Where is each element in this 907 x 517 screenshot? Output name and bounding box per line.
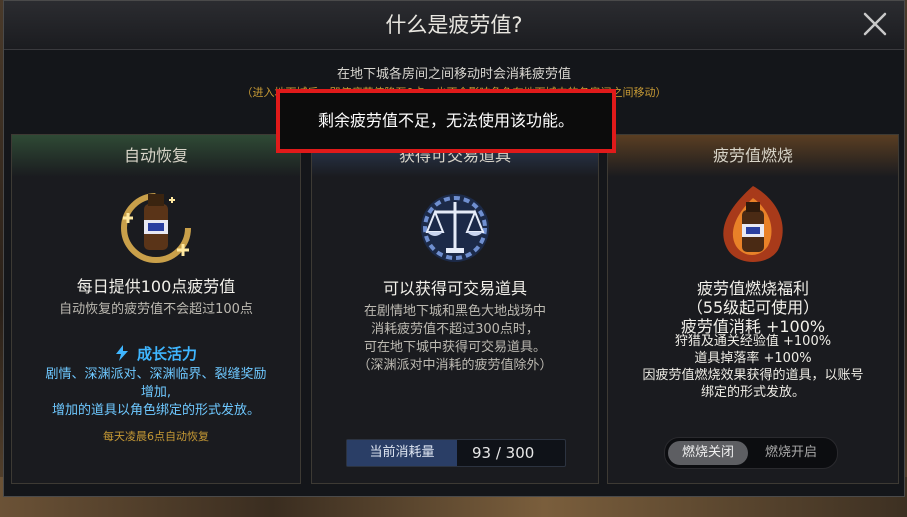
tradable-main-text: 可以获得可交易道具 bbox=[382, 279, 527, 298]
boost-line-2: 增加, bbox=[140, 385, 172, 400]
auto-recovery-card: 自动恢复 每日提供100点疲劳值 自动恢复的疲劳值不会超过100点 成长活力 剧… bbox=[11, 134, 301, 484]
scale-icon bbox=[410, 180, 500, 270]
card-header: 自动恢复 bbox=[12, 135, 300, 177]
close-icon[interactable] bbox=[860, 9, 890, 39]
tradable-items-card: 获得可交易道具 可以获得可交易道具 在剧情地下城和黑色大地战场中 消耗疲劳值不超… bbox=[311, 134, 599, 484]
lightning-icon bbox=[115, 345, 128, 361]
burn-toggle[interactable]: 燃烧关闭 燃烧开启 bbox=[664, 437, 838, 469]
consumption-value: 93 / 300 bbox=[472, 444, 535, 462]
tradable-line-4: （深渊派对中消耗的疲劳值除外） bbox=[357, 358, 553, 373]
potion-recovery-icon bbox=[111, 180, 201, 270]
recovery-footer: 每天凌晨6点自动恢复 bbox=[103, 430, 209, 443]
consumption-meter: 当前消耗量 93 / 300 bbox=[346, 439, 566, 467]
recovery-note: 自动恢复的疲劳值不会超过100点 bbox=[59, 302, 253, 317]
tradable-line-3: 可在地下城中获得可交易道具。 bbox=[363, 340, 546, 355]
card-header: 疲劳值燃烧 bbox=[608, 135, 898, 177]
burn-on-option[interactable]: 燃烧开启 bbox=[751, 441, 831, 465]
fatigue-burn-card: 疲劳值燃烧 疲劳值燃烧福利 （55级起可使用） 疲劳值消耗 +100% 狩猎及通… bbox=[607, 134, 899, 484]
error-toast: 剩余疲劳值不足，无法使用该功能。 bbox=[276, 89, 616, 153]
recovery-main-text: 每日提供100点疲劳值 bbox=[76, 277, 236, 296]
burn-off-option[interactable]: 燃烧关闭 bbox=[668, 441, 748, 465]
fatigue-info-dialog: 什么是疲劳值? 在地下城各房间之间移动时会消耗疲劳值 （进入地下城后，即使疲劳值… bbox=[3, 0, 905, 497]
growth-vitality: 成长活力 bbox=[12, 343, 300, 364]
consumption-label: 当前消耗量 bbox=[347, 440, 457, 466]
boost-line-1: 剧情、深渊派对、深渊临界、裂缝奖励 bbox=[45, 367, 267, 382]
growth-vitality-label: 成长活力 bbox=[136, 345, 197, 363]
tradable-line-2: 消耗疲劳值不超过300点时， bbox=[371, 322, 539, 337]
burn-line-1: 狩猎及通关经验值 +100% bbox=[674, 334, 832, 349]
dialog-description: 在地下城各房间之间移动时会消耗疲劳值 bbox=[336, 67, 571, 82]
burn-line-3: 因疲劳值燃烧效果获得的道具，以账号 bbox=[642, 368, 864, 383]
dialog-title: 什么是疲劳值? bbox=[385, 13, 523, 37]
boost-line-3: 增加的道具以角色绑定的形式发放。 bbox=[51, 403, 260, 418]
burn-line-4: 绑定的形式发放。 bbox=[700, 385, 805, 400]
dialog-header: 什么是疲劳值? bbox=[4, 1, 904, 50]
burn-line-2: 道具掉落率 +100% bbox=[694, 351, 812, 366]
burning-potion-icon bbox=[708, 180, 798, 270]
tradable-line-1: 在剧情地下城和黑色大地战场中 bbox=[363, 304, 546, 319]
